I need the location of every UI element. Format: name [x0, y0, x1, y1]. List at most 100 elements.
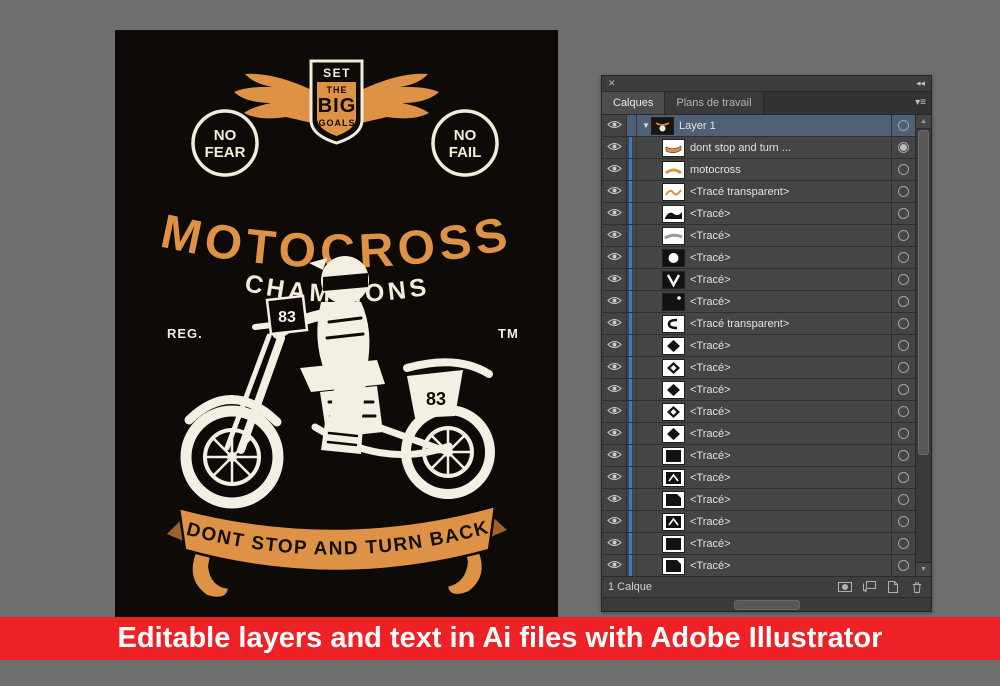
layer-row[interactable]: <Tracé>: [602, 511, 915, 533]
layer-row-content[interactable]: <Tracé>: [637, 379, 891, 400]
target-circle-icon[interactable]: [898, 252, 909, 263]
visibility-toggle[interactable]: [602, 137, 627, 158]
visibility-toggle[interactable]: [602, 269, 627, 290]
target-column[interactable]: [891, 203, 915, 224]
tab-calques[interactable]: Calques: [602, 92, 665, 114]
visibility-toggle[interactable]: [602, 335, 627, 356]
target-column[interactable]: [891, 357, 915, 378]
visibility-toggle[interactable]: [602, 357, 627, 378]
target-column[interactable]: [891, 269, 915, 290]
layer-row-content[interactable]: <Tracé>: [637, 445, 891, 466]
target-circle-icon[interactable]: [898, 340, 909, 351]
make-mask-icon[interactable]: [837, 580, 853, 594]
visibility-toggle[interactable]: [602, 555, 627, 576]
layer-row-content[interactable]: <Tracé>: [637, 467, 891, 488]
target-column[interactable]: [891, 313, 915, 334]
layer-row-content[interactable]: <Tracé>: [637, 225, 891, 246]
layer-row-content[interactable]: <Tracé>: [637, 291, 891, 312]
layer-row[interactable]: <Tracé>: [602, 401, 915, 423]
target-circle-icon[interactable]: [898, 120, 909, 131]
target-column[interactable]: [891, 533, 915, 554]
visibility-toggle[interactable]: [602, 379, 627, 400]
layer-row[interactable]: <Tracé>: [602, 357, 915, 379]
target-column[interactable]: [891, 335, 915, 356]
layer-row-content[interactable]: <Tracé>: [637, 269, 891, 290]
layer-row[interactable]: <Tracé>: [602, 203, 915, 225]
layer-row-content[interactable]: <Tracé>: [637, 423, 891, 444]
target-circle-icon[interactable]: [898, 274, 909, 285]
layer-row[interactable]: <Tracé>: [602, 291, 915, 313]
layer-row-content[interactable]: <Tracé>: [637, 533, 891, 554]
visibility-toggle[interactable]: [602, 445, 627, 466]
target-circle-icon[interactable]: [898, 494, 909, 505]
layer-row[interactable]: dont stop and turn ...: [602, 137, 915, 159]
visibility-toggle[interactable]: [602, 423, 627, 444]
visibility-toggle[interactable]: [602, 115, 627, 136]
tab-plans-de-travail[interactable]: Plans de travail: [665, 92, 763, 114]
layer-row-content[interactable]: <Tracé>: [637, 401, 891, 422]
target-circle-icon[interactable]: [898, 164, 909, 175]
target-circle-icon[interactable]: [898, 318, 909, 329]
visibility-toggle[interactable]: [602, 511, 627, 532]
layer-row[interactable]: <Tracé>: [602, 379, 915, 401]
target-column[interactable]: [891, 225, 915, 246]
visibility-toggle[interactable]: [602, 313, 627, 334]
collapse-panel-icon[interactable]: ◂◂: [916, 76, 925, 91]
visibility-toggle[interactable]: [602, 291, 627, 312]
delete-icon[interactable]: [909, 580, 925, 594]
new-sublayer-icon[interactable]: [861, 580, 877, 594]
layer-row-content[interactable]: <Tracé>: [637, 335, 891, 356]
close-icon[interactable]: ✕: [608, 76, 616, 91]
target-column[interactable]: [891, 467, 915, 488]
visibility-toggle[interactable]: [602, 225, 627, 246]
layer-row-content[interactable]: dont stop and turn ...: [637, 137, 891, 158]
visibility-toggle[interactable]: [602, 533, 627, 554]
target-column[interactable]: [891, 291, 915, 312]
visibility-toggle[interactable]: [602, 181, 627, 202]
target-circle-icon[interactable]: [898, 516, 909, 527]
target-column[interactable]: [891, 115, 915, 136]
layer-row[interactable]: <Tracé transparent>: [602, 313, 915, 335]
target-circle-icon[interactable]: [898, 296, 909, 307]
target-column[interactable]: [891, 423, 915, 444]
target-column[interactable]: [891, 555, 915, 576]
layer-row[interactable]: <Tracé>: [602, 533, 915, 555]
horizontal-scrollbar[interactable]: [602, 597, 931, 611]
layer-row-content[interactable]: <Tracé>: [637, 555, 891, 576]
target-circle-icon[interactable]: [898, 538, 909, 549]
layer-row[interactable]: <Tracé>: [602, 423, 915, 445]
layer-row[interactable]: <Tracé>: [602, 269, 915, 291]
new-layer-icon[interactable]: [885, 580, 901, 594]
target-circle-icon[interactable]: [898, 208, 909, 219]
layer-row-content[interactable]: <Tracé transparent>: [637, 313, 891, 334]
hscroll-thumb[interactable]: [734, 600, 800, 610]
layer-row[interactable]: <Tracé>: [602, 445, 915, 467]
target-circle-icon[interactable]: [898, 186, 909, 197]
target-column[interactable]: [891, 511, 915, 532]
target-circle-icon[interactable]: [898, 428, 909, 439]
visibility-toggle[interactable]: [602, 467, 627, 488]
layer-row[interactable]: motocross: [602, 159, 915, 181]
scroll-down-icon[interactable]: ▼: [916, 562, 931, 576]
layer-row[interactable]: <Tracé>: [602, 555, 915, 576]
layer-row[interactable]: <Tracé>: [602, 225, 915, 247]
layer-row-content[interactable]: <Tracé>: [637, 489, 891, 510]
target-column[interactable]: [891, 137, 915, 158]
target-circle-icon[interactable]: [898, 450, 909, 461]
visibility-toggle[interactable]: [602, 203, 627, 224]
layer-row[interactable]: <Tracé transparent>: [602, 181, 915, 203]
target-column[interactable]: [891, 445, 915, 466]
target-column[interactable]: [891, 159, 915, 180]
visibility-toggle[interactable]: [602, 401, 627, 422]
scroll-up-icon[interactable]: ▲: [916, 115, 931, 129]
target-circle-icon[interactable]: [898, 362, 909, 373]
expand-triangle-icon[interactable]: ▼: [640, 121, 652, 130]
layer-row-content[interactable]: motocross: [637, 159, 891, 180]
vertical-scrollbar[interactable]: ▲ ▼: [915, 115, 931, 576]
target-circle-icon[interactable]: [898, 230, 909, 241]
layer-row[interactable]: <Tracé>: [602, 467, 915, 489]
visibility-toggle[interactable]: [602, 489, 627, 510]
target-column[interactable]: [891, 379, 915, 400]
target-circle-icon[interactable]: [898, 142, 909, 153]
layer-row-content[interactable]: ▼Layer 1: [637, 115, 891, 136]
